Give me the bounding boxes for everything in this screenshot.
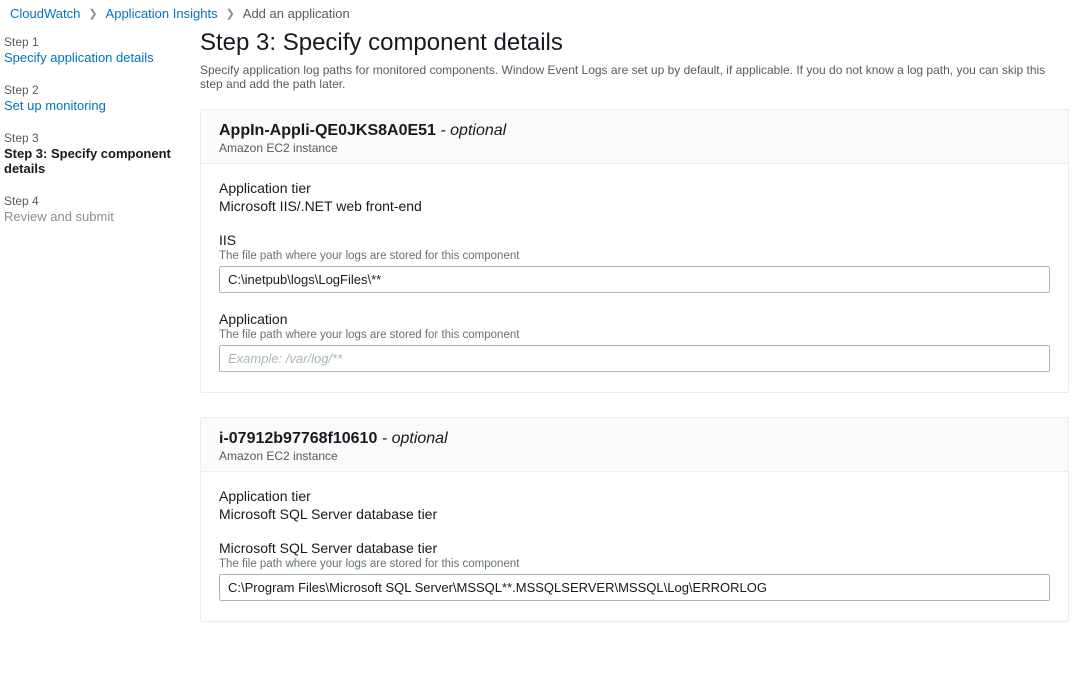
wizard-step-future: Review and submit (4, 209, 188, 224)
component-panel-header: AppIn-Appli-QE0JKS8A0E51 - optional Amaz… (201, 110, 1068, 164)
wizard-step-label: Step 1 (4, 35, 188, 49)
breadcrumb-link-cloudwatch[interactable]: CloudWatch (10, 6, 80, 21)
main-content: Step 3: Specify component details Specif… (200, 27, 1079, 686)
component-panel: i-07912b97768f10610 - optional Amazon EC… (200, 417, 1069, 622)
breadcrumb-current: Add an application (243, 6, 350, 21)
wizard-step-label: Step 3 (4, 131, 188, 145)
page-title: Step 3: Specify component details (200, 29, 1069, 57)
component-name: AppIn-Appli-QE0JKS8A0E51 (219, 122, 436, 139)
component-title: i-07912b97768f10610 - optional (219, 430, 1050, 448)
wizard-step: Step 2 Set up monitoring (4, 83, 188, 113)
field-hint: The file path where your logs are stored… (219, 558, 1050, 570)
tier-value: Microsoft IIS/.NET web front-end (219, 198, 1050, 214)
log-path-input-iis[interactable] (219, 266, 1050, 293)
component-subtype: Amazon EC2 instance (219, 141, 1050, 155)
field-hint: The file path where your logs are stored… (219, 250, 1050, 262)
wizard-step-link[interactable]: Specify application details (4, 50, 188, 65)
field-hint: The file path where your logs are stored… (219, 329, 1050, 341)
component-panel-body: Application tier Microsoft IIS/.NET web … (201, 164, 1068, 392)
application-tier-field: Application tier Microsoft SQL Server da… (219, 488, 1050, 522)
application-tier-field: Application tier Microsoft IIS/.NET web … (219, 180, 1050, 214)
component-title: AppIn-Appli-QE0JKS8A0E51 - optional (219, 122, 1050, 140)
wizard-step: Step 1 Specify application details (4, 35, 188, 65)
wizard-step: Step 3 Step 3: Specify component details (4, 131, 188, 176)
wizard-steps-sidebar: Step 1 Specify application details Step … (0, 27, 200, 686)
chevron-right-icon: ❯ (226, 7, 235, 20)
component-panel-header: i-07912b97768f10610 - optional Amazon EC… (201, 418, 1068, 472)
breadcrumb: CloudWatch ❯ Application Insights ❯ Add … (0, 0, 1079, 27)
wizard-step-link[interactable]: Set up monitoring (4, 98, 188, 113)
log-path-field: IIS The file path where your logs are st… (219, 232, 1050, 293)
page-description: Specify application log paths for monito… (200, 63, 1069, 91)
chevron-right-icon: ❯ (88, 7, 97, 20)
field-label: Application (219, 311, 1050, 327)
log-path-input-sql[interactable] (219, 574, 1050, 601)
wizard-step: Step 4 Review and submit (4, 194, 188, 224)
field-label: Microsoft SQL Server database tier (219, 540, 1050, 556)
optional-suffix: - optional (377, 430, 447, 447)
field-label: Application tier (219, 180, 1050, 196)
optional-suffix: - optional (436, 122, 506, 139)
component-panel: AppIn-Appli-QE0JKS8A0E51 - optional Amaz… (200, 109, 1069, 393)
component-name: i-07912b97768f10610 (219, 430, 377, 447)
wizard-step-current: Step 3: Specify component details (4, 146, 188, 176)
field-label: IIS (219, 232, 1050, 248)
log-path-input-application[interactable] (219, 345, 1050, 372)
breadcrumb-link-appinsights[interactable]: Application Insights (106, 6, 218, 21)
component-panel-body: Application tier Microsoft SQL Server da… (201, 472, 1068, 621)
log-path-field: Microsoft SQL Server database tier The f… (219, 540, 1050, 601)
component-subtype: Amazon EC2 instance (219, 449, 1050, 463)
wizard-step-label: Step 4 (4, 194, 188, 208)
tier-value: Microsoft SQL Server database tier (219, 506, 1050, 522)
field-label: Application tier (219, 488, 1050, 504)
log-path-field: Application The file path where your log… (219, 311, 1050, 372)
wizard-step-label: Step 2 (4, 83, 188, 97)
